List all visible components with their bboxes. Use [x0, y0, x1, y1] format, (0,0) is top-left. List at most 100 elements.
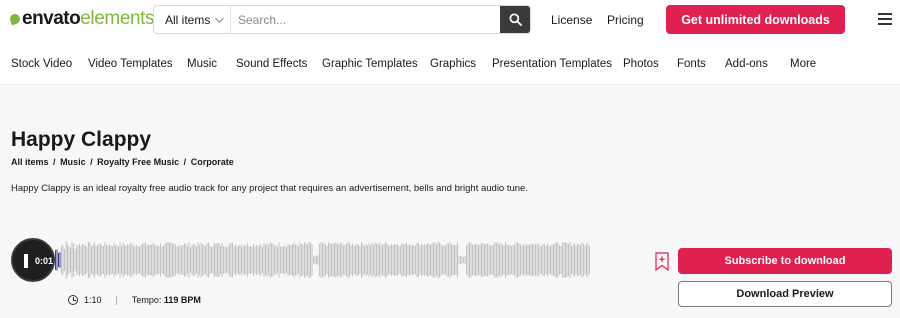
waveform-bar: [254, 246, 256, 274]
bookmark-add-icon[interactable]: [655, 252, 669, 271]
waveform-bar: [284, 245, 286, 275]
waveform-bar: [80, 246, 82, 274]
waveform-bar: [460, 255, 461, 265]
waveform-bar: [136, 244, 137, 276]
waveform-bar: [499, 244, 500, 276]
waveform-bar: [62, 244, 64, 276]
waveform-bar: [347, 242, 349, 278]
nav-item-add-ons[interactable]: Add-ons: [725, 58, 768, 70]
pause-button[interactable]: 0:01: [11, 238, 55, 282]
waveform-bar: [418, 242, 419, 278]
waveform-bar: [196, 246, 197, 274]
top-header: envato elements All items License Pricin…: [0, 0, 900, 40]
waveform-bar: [119, 242, 121, 278]
nav-item-photos[interactable]: Photos: [623, 58, 659, 70]
waveform-bar: [250, 246, 251, 274]
waveform-bar: [163, 245, 164, 275]
waveform-bar: [532, 243, 533, 277]
waveform-bar: [314, 255, 316, 265]
waveform-bar: [490, 245, 491, 275]
waveform-bar: [220, 245, 221, 275]
waveform-bar: [211, 246, 212, 274]
waveform-bar: [260, 244, 262, 276]
waveform-bar: [458, 256, 460, 264]
item-detail: Happy Clappy All items / Music / Royalty…: [0, 85, 900, 318]
category-nav: Stock Video Video Templates Music Sound …: [0, 40, 900, 85]
waveform-bar: [103, 246, 104, 274]
hamburger-icon[interactable]: [878, 13, 892, 25]
pricing-link[interactable]: Pricing: [607, 13, 644, 27]
breadcrumb-royalty-free-music[interactable]: Royalty Free Music: [97, 157, 179, 167]
audio-waveform[interactable]: [55, 235, 595, 285]
envato-elements-logo[interactable]: envato elements: [8, 8, 155, 30]
waveform-bar: [89, 242, 91, 278]
waveform-bar: [406, 242, 407, 278]
waveform-bar: [523, 244, 524, 276]
subscribe-to-download-button[interactable]: Subscribe to download: [678, 248, 892, 274]
download-preview-button[interactable]: Download Preview: [678, 281, 892, 307]
waveform-bar: [200, 242, 202, 278]
waveform-bar: [397, 244, 398, 276]
waveform-bar: [338, 244, 340, 276]
nav-item-more[interactable]: More: [790, 58, 816, 70]
waveform-bar: [109, 244, 110, 276]
waveform-bar: [526, 244, 527, 276]
waveform-bar: [280, 246, 281, 274]
meta-divider: |: [115, 295, 118, 305]
waveform-bar: [77, 245, 79, 275]
waveform-bar: [545, 245, 547, 275]
breadcrumb-all-items[interactable]: All items: [11, 157, 49, 167]
license-link[interactable]: License: [551, 13, 592, 27]
waveform-bar: [430, 245, 431, 275]
waveform-bar: [535, 243, 536, 277]
waveform-bar: [424, 244, 425, 276]
waveform-bar: [467, 243, 469, 277]
waveform-bar: [161, 246, 163, 274]
nav-item-graphic-templates[interactable]: Graphic Templates: [322, 58, 418, 70]
waveform-bar: [463, 257, 464, 263]
waveform-bar: [391, 244, 392, 276]
waveform-bar: [479, 244, 481, 276]
waveform-bar: [428, 244, 430, 276]
get-unlimited-downloads-button[interactable]: Get unlimited downloads: [666, 5, 845, 34]
waveform-bar: [398, 245, 400, 275]
waveform-bar: [571, 245, 572, 275]
waveform-bar: [295, 244, 296, 276]
waveform-bar: [563, 242, 565, 278]
nav-item-presentation-templates[interactable]: Presentation Templates: [492, 58, 612, 70]
nav-item-stock-video[interactable]: Stock Video: [11, 58, 72, 70]
nav-item-music[interactable]: Music: [187, 58, 217, 70]
waveform-bar: [79, 243, 80, 277]
search-input[interactable]: [231, 6, 500, 33]
waveform-bar: [139, 246, 140, 274]
waveform-bar: [149, 244, 151, 276]
waveform-bar: [419, 245, 421, 275]
waveform-bar: [469, 242, 470, 278]
waveform-bar: [394, 244, 395, 276]
waveform-bar: [82, 244, 83, 276]
waveform-bar: [277, 246, 278, 274]
waveform-bar: [530, 243, 532, 277]
waveform-bar: [412, 244, 413, 276]
waveform-bar: [346, 244, 347, 276]
nav-item-sound-effects[interactable]: Sound Effects: [236, 58, 307, 70]
waveform-bar: [133, 246, 134, 274]
waveform-bar: [437, 242, 439, 278]
breadcrumb-corporate[interactable]: Corporate: [191, 157, 234, 167]
waveform-bar: [268, 245, 269, 275]
waveform-bar: [427, 243, 428, 277]
search-category-dropdown[interactable]: All items: [154, 6, 231, 33]
nav-item-video-templates[interactable]: Video Templates: [88, 58, 173, 70]
waveform-bar: [371, 243, 373, 277]
waveform-bar: [154, 244, 155, 276]
waveform-bar: [485, 243, 487, 277]
search-button[interactable]: [500, 6, 530, 33]
waveform-bar: [253, 243, 254, 277]
waveform-bar: [140, 244, 142, 276]
nav-item-fonts[interactable]: Fonts: [677, 58, 706, 70]
nav-item-graphics[interactable]: Graphics: [430, 58, 476, 70]
waveform-bar: [122, 242, 124, 278]
waveform-bar: [217, 243, 218, 277]
breadcrumb-music[interactable]: Music: [60, 157, 86, 167]
waveform-bar: [308, 242, 310, 278]
